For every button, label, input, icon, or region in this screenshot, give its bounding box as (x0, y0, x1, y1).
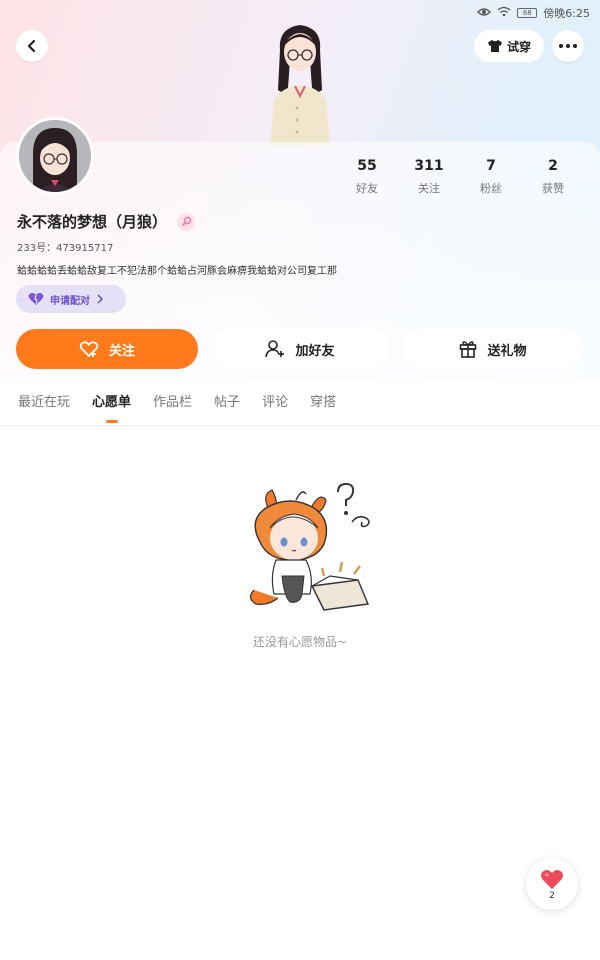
send-gift-button[interactable]: 送礼物 (403, 329, 583, 369)
floating-like-button[interactable]: 2 (526, 858, 578, 910)
stat-label: 好友 (356, 182, 378, 195)
stat-label: 粉丝 (480, 182, 502, 195)
heart-icon (541, 869, 563, 889)
add-friend-label: 加好友 (295, 343, 335, 359)
tab-recently-played[interactable]: 最近在玩 (18, 382, 70, 425)
tab-works[interactable]: 作品栏 (153, 382, 192, 425)
tshirt-icon (487, 40, 502, 52)
avatar[interactable] (16, 117, 94, 195)
more-dots-icon (559, 44, 577, 48)
bio: 蛤蛤蛤蛤丢蛤蛤敌复工不犯法那个蛤蛤占河豚会麻痹我蛤蛤对公司复工那 (17, 266, 337, 277)
add-friend-button[interactable]: 加好友 (210, 329, 390, 369)
female-gender-icon (177, 212, 196, 231)
heart-pair-icon (28, 293, 44, 305)
more-button[interactable] (552, 30, 584, 62)
character-figure (250, 20, 350, 145)
stats-row: 55 好友 311 关注 7 粉丝 2 获赞 (336, 158, 600, 196)
stat-following[interactable]: 311 关注 (398, 158, 460, 196)
like-count: 2 (549, 890, 555, 901)
tab-outfits[interactable]: 穿搭 (310, 382, 336, 425)
chevron-right-icon (97, 294, 104, 304)
nickname-row: 永不落的梦想（月狼） (17, 211, 196, 232)
empty-state-illustration (240, 480, 380, 615)
request-pair-button[interactable]: 申请配对 (16, 285, 126, 313)
heart-plus-icon (79, 341, 99, 358)
stat-value: 7 (486, 158, 496, 174)
request-pair-label: 申请配对 (50, 295, 90, 307)
send-gift-label: 送礼物 (487, 343, 527, 359)
add-user-icon (265, 340, 285, 358)
stat-friends[interactable]: 55 好友 (336, 158, 398, 196)
battery-icon: 68 (517, 8, 538, 18)
status-bar: 68 傍晚6:25 (477, 4, 590, 22)
stat-fans[interactable]: 7 粉丝 (460, 158, 522, 196)
try-on-label: 试穿 (506, 39, 531, 54)
chevron-left-icon (27, 39, 36, 53)
nickname: 永不落的梦想（月狼） (17, 213, 168, 231)
gift-icon (460, 341, 477, 358)
wifi-icon (497, 6, 511, 20)
stat-label: 获赞 (542, 182, 564, 195)
tab-wishlist[interactable]: 心愿单 (92, 382, 131, 425)
back-button[interactable] (16, 30, 48, 62)
follow-label: 关注 (108, 343, 135, 359)
stat-value: 2 (548, 158, 558, 174)
stat-likes[interactable]: 2 获赞 (522, 158, 584, 196)
stat-value: 311 (414, 158, 444, 174)
empty-state-text: 还没有心愿物品~ (252, 635, 348, 649)
try-on-button[interactable]: 试穿 (474, 30, 544, 62)
follow-button[interactable]: 关注 (16, 329, 198, 369)
eye-icon (477, 7, 492, 20)
tab-comments[interactable]: 评论 (262, 382, 288, 425)
user-id: 233号：473915717 (17, 243, 114, 254)
stat-label: 关注 (418, 182, 440, 195)
stat-value: 55 (357, 158, 377, 174)
profile-tabs: 最近在玩 心愿单 作品栏 帖子 评论 穿搭 (0, 382, 600, 426)
tab-posts[interactable]: 帖子 (214, 382, 240, 425)
status-time: 傍晚6:25 (543, 7, 590, 20)
